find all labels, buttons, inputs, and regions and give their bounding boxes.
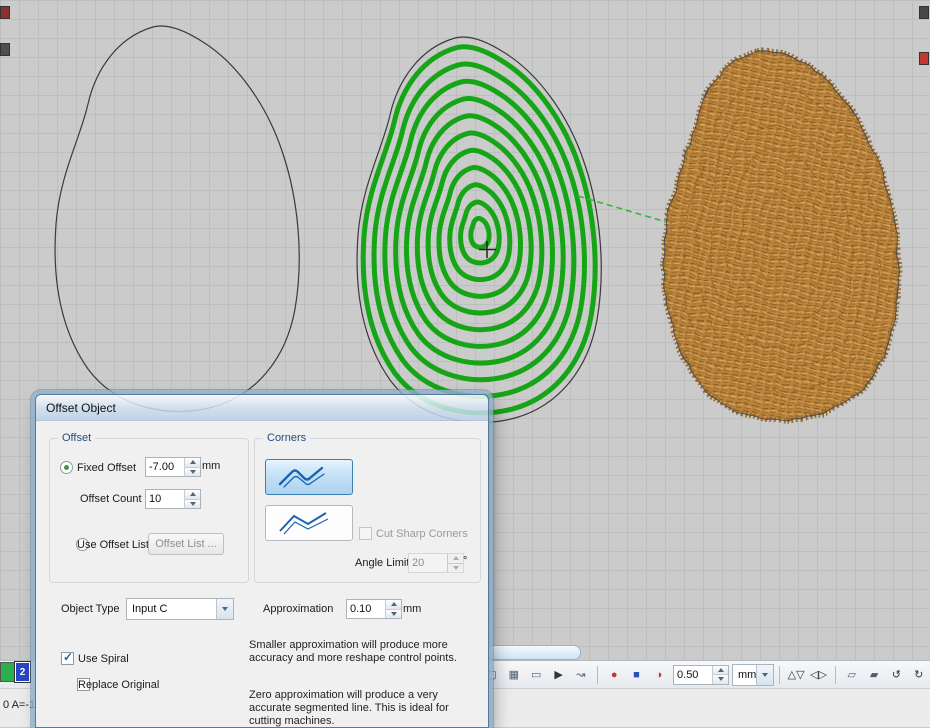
corners-group-label: Corners (263, 432, 310, 444)
spin-up-button[interactable] (185, 458, 200, 467)
dialog-titlebar[interactable]: Offset Object (36, 395, 488, 421)
flip-vertical-icon[interactable]: △▽ (786, 664, 806, 686)
combo-dropdown-button[interactable] (216, 599, 233, 619)
toolbar-separator (779, 666, 780, 684)
cut-sharp-corners-label: Cut Sharp Corners (376, 528, 468, 540)
offset-spiral-shape[interactable] (357, 37, 601, 423)
zero-approximation-help-text: Zero approximation will produce a very a… (249, 689, 479, 727)
stitch-player-icon[interactable]: ▶ (548, 664, 568, 686)
spin-up-button[interactable] (185, 490, 200, 499)
outline-shape[interactable] (55, 26, 299, 412)
spin-down-button[interactable] (386, 609, 401, 619)
skew-left-icon[interactable]: ▱ (842, 664, 862, 686)
approximation-spinner (346, 599, 402, 619)
spin-down-button[interactable] (185, 499, 200, 509)
angle-limit-input[interactable] (409, 554, 447, 572)
spin-up-button[interactable] (448, 554, 463, 563)
stitched-shape[interactable] (664, 50, 898, 420)
offset-object-dialog: Offset Object Offset Fixed Offset mm Off… (35, 394, 489, 728)
approximation-help-text: Smaller approximation will produce more … (249, 639, 479, 665)
fixed-offset-label: Fixed Offset (77, 462, 136, 474)
offset-count-input[interactable] (146, 490, 184, 508)
docked-toolbar-fragment-icon (919, 6, 929, 19)
horizontal-scrollbar-thumb[interactable] (487, 645, 581, 660)
color-palette: 2 (0, 662, 30, 682)
start-point-icon[interactable]: ● (604, 664, 624, 686)
rounded-corners-icon (276, 465, 342, 489)
rounded-corners-button[interactable] (265, 459, 353, 495)
cut-sharp-corners-checkbox[interactable] (359, 527, 372, 540)
rotate-cw-icon[interactable]: ↻ (909, 664, 929, 686)
sharp-corners-button[interactable] (265, 505, 353, 541)
replace-original-label: Replace Original (78, 679, 159, 691)
spin-down-button[interactable] (713, 674, 728, 684)
palette-color-green[interactable] (0, 662, 15, 682)
angle-limit-spinner (408, 553, 464, 573)
skew-right-icon[interactable]: ▰ (864, 664, 884, 686)
units-value: mm (733, 669, 756, 681)
show-hoop-icon[interactable]: ▭ (526, 664, 546, 686)
fixed-offset-radio[interactable] (60, 461, 73, 474)
spin-down-button[interactable] (448, 563, 463, 573)
object-type-combobox[interactable]: Input C (126, 598, 234, 620)
docked-toolbar-fragment-icon (0, 43, 10, 56)
approximation-input[interactable] (347, 600, 385, 618)
offset-group: Offset Fixed Offset mm Offset Count (49, 438, 249, 583)
docked-toolbar-fragment-icon (919, 52, 929, 65)
offset-count-label: Offset Count (80, 493, 142, 505)
palette-color-current[interactable]: 2 (15, 662, 30, 682)
toolbar-separator (835, 666, 836, 684)
connectors-icon[interactable]: ↝ (571, 664, 591, 686)
units-combobox[interactable]: mm (732, 664, 774, 686)
offset-list-button[interactable]: Offset List ... (148, 533, 224, 555)
dialog-title: Offset Object (46, 401, 116, 415)
corners-group: Corners Cut Sharp Corners Angle Limit (254, 438, 481, 583)
fixed-offset-unit-label: mm (202, 460, 220, 472)
use-spiral-checkbox[interactable] (61, 652, 74, 665)
fixed-offset-spinner (145, 457, 201, 477)
spin-up-button[interactable] (713, 666, 728, 675)
use-spiral-label: Use Spiral (78, 653, 129, 665)
dialog-body: Offset Fixed Offset mm Offset Count (36, 421, 488, 727)
application-window: { "dialog": { "title": "Offset Object", … (0, 0, 930, 726)
combo-dropdown-button[interactable] (756, 665, 773, 685)
stitch-length-spinner (673, 665, 729, 685)
angle-limit-label: Angle Limit (355, 557, 409, 569)
approximation-unit-label: mm (403, 603, 421, 615)
approximation-label: Approximation (263, 603, 333, 615)
docked-toolbar-fragment-icon (0, 6, 10, 19)
end-point-icon[interactable]: ■ (626, 664, 646, 686)
spin-up-button[interactable] (386, 600, 401, 609)
object-type-value: Input C (127, 603, 216, 615)
sharp-corners-icon (276, 511, 342, 535)
show-grid-icon[interactable]: ▦ (504, 664, 524, 686)
stitch-length-input[interactable] (674, 666, 712, 684)
flip-horizontal-icon[interactable]: ◁▷ (808, 664, 828, 686)
offset-count-spinner (145, 489, 201, 509)
offset-group-label: Offset (58, 432, 95, 444)
object-type-label: Object Type (61, 603, 120, 615)
spin-down-button[interactable] (185, 467, 200, 477)
swap-points-icon[interactable]: ◑ (649, 664, 669, 686)
use-offset-list-label: Use Offset List (77, 539, 149, 551)
toolbar-separator (597, 666, 598, 684)
angle-limit-unit-label: ° (463, 555, 467, 567)
fixed-offset-input[interactable] (146, 458, 184, 476)
rotate-ccw-icon[interactable]: ↺ (886, 664, 906, 686)
